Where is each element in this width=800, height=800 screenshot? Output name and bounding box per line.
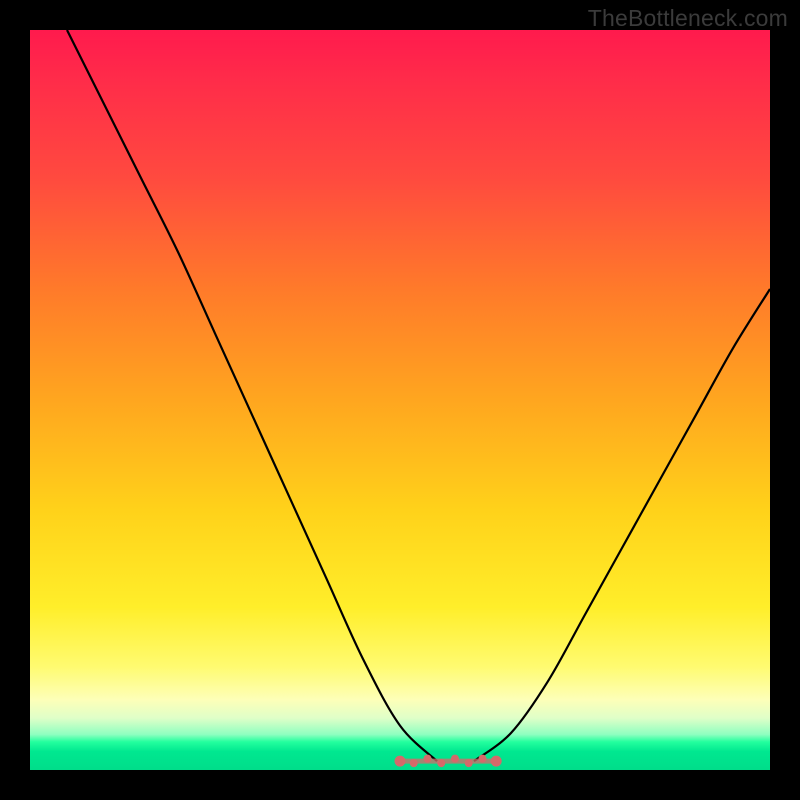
curve-left-limb (67, 30, 437, 761)
plot-area (30, 30, 770, 770)
curve-right-limb (474, 289, 770, 761)
watermark-text: TheBottleneck.com (588, 5, 788, 32)
bottleneck-curve (30, 30, 770, 770)
valley-dotted-segment (395, 755, 502, 768)
chart-frame: TheBottleneck.com (0, 0, 800, 800)
